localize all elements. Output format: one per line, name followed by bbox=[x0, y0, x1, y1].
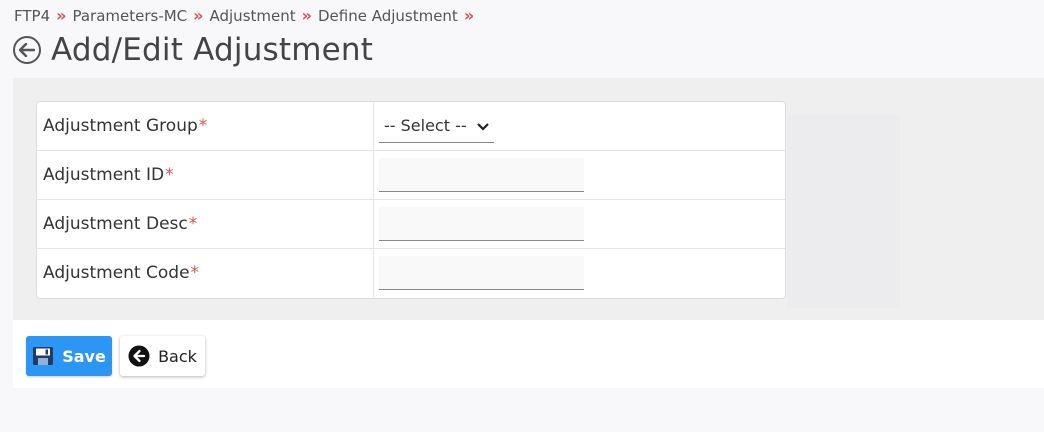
chevron-down-icon bbox=[477, 116, 489, 135]
breadcrumb-separator: » bbox=[193, 6, 204, 25]
back-button-label: Back bbox=[158, 346, 197, 366]
save-button[interactable]: Save bbox=[26, 336, 112, 376]
adjustment-id-input[interactable] bbox=[379, 158, 584, 192]
adjustment-id-label: Adjustment ID * bbox=[37, 151, 374, 199]
required-mark: * bbox=[165, 165, 174, 185]
adjustment-desc-label-text: Adjustment Desc bbox=[43, 214, 188, 234]
adjustment-desc-label: Adjustment Desc * bbox=[37, 200, 374, 248]
save-button-label: Save bbox=[62, 346, 106, 366]
breadcrumb-separator: » bbox=[301, 6, 312, 25]
adjustment-group-select[interactable]: -- Select -- bbox=[379, 109, 494, 143]
form-row-adjustment-code: Adjustment Code * bbox=[37, 249, 785, 297]
breadcrumb-separator: » bbox=[56, 6, 67, 25]
breadcrumb-item-define-adjustment[interactable]: Define Adjustment bbox=[318, 7, 458, 25]
adjustment-code-label: Adjustment Code * bbox=[37, 249, 374, 297]
required-mark: * bbox=[188, 214, 198, 234]
adjustment-code-label-text: Adjustment Code bbox=[43, 263, 190, 283]
back-button[interactable]: Back bbox=[120, 336, 205, 376]
adjustment-form: Adjustment Group * -- Select -- Adjustmen… bbox=[36, 101, 786, 299]
panel-shade bbox=[787, 115, 900, 308]
breadcrumb-item-parameters-mc[interactable]: Parameters-MC bbox=[72, 7, 187, 25]
adjustment-id-label-text: Adjustment ID bbox=[43, 165, 165, 185]
page-header: Add/Edit Adjustment bbox=[13, 32, 373, 68]
circle-arrow-left-icon[interactable] bbox=[13, 36, 41, 64]
adjustment-code-input[interactable] bbox=[379, 256, 584, 290]
adjustment-group-selected: -- Select -- bbox=[384, 116, 467, 135]
floppy-disk-icon bbox=[32, 346, 54, 366]
adjustment-group-label-text: Adjustment Group bbox=[43, 116, 198, 136]
breadcrumb-item-adjustment[interactable]: Adjustment bbox=[210, 7, 296, 25]
form-row-adjustment-group: Adjustment Group * -- Select -- bbox=[37, 102, 785, 151]
page-title: Add/Edit Adjustment bbox=[51, 32, 374, 68]
required-mark: * bbox=[190, 263, 200, 283]
required-mark: * bbox=[198, 116, 208, 136]
circle-arrow-left-icon bbox=[128, 345, 150, 367]
breadcrumb: FTP4 » Parameters-MC » Adjustment » Defi… bbox=[14, 6, 480, 25]
breadcrumb-separator: » bbox=[463, 6, 475, 25]
adjustment-desc-input[interactable] bbox=[379, 207, 584, 241]
breadcrumb-item-ftp4[interactable]: FTP4 bbox=[14, 7, 50, 25]
form-row-adjustment-id: Adjustment ID * bbox=[37, 151, 785, 200]
adjustment-group-label: Adjustment Group * bbox=[37, 102, 374, 150]
form-row-adjustment-desc: Adjustment Desc * bbox=[37, 200, 785, 249]
